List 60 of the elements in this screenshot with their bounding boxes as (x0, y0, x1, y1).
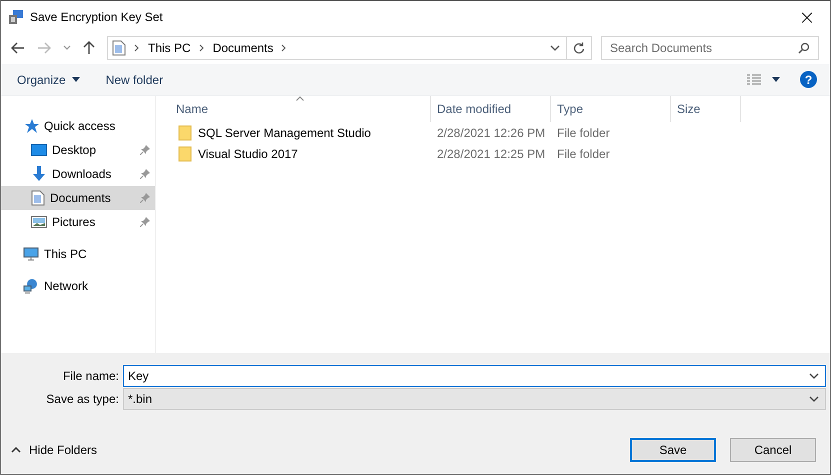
dropdown-icon (809, 396, 819, 402)
sidebar-item[interactable]: Network (1, 274, 155, 298)
close-button[interactable]: × (784, 1, 830, 32)
sidebar-item[interactable]: Pictures (1, 210, 155, 234)
column-header[interactable]: Date modified (431, 96, 551, 122)
file-type-dropdown[interactable]: *.bin (123, 388, 826, 410)
new-folder-button[interactable]: New folder (98, 70, 172, 90)
sidebar-item[interactable]: Downloads (1, 162, 155, 186)
chevron-icon (134, 44, 140, 52)
dialog-button[interactable]: Save (630, 438, 716, 462)
date-cell-text: 2/28/2021 12:26 PM (436, 126, 546, 140)
type-cell-text: File folder (556, 126, 611, 140)
caret-icon[interactable] (772, 77, 780, 82)
window-title: Save Encryption Key Set (30, 10, 163, 24)
download-icon (31, 166, 47, 182)
caret-icon (72, 77, 80, 82)
organize-button[interactable]: Organize (9, 70, 88, 90)
file-name[interactable]: SQL Server Management Studio (198, 126, 371, 140)
dialog-button[interactable]: Cancel (730, 438, 816, 462)
file-name[interactable]: Visual Studio 2017 (198, 146, 298, 160)
breadcrumb[interactable]: Documents (212, 41, 274, 55)
caret-icon (11, 447, 21, 453)
dropdown-icon[interactable] (550, 45, 560, 51)
folder-icon (178, 124, 192, 140)
file-name-field[interactable]: Key (123, 365, 826, 387)
sidebar-item[interactable]: Documents (1, 186, 155, 210)
network-icon (23, 278, 39, 294)
column-header[interactable]: Size (671, 96, 741, 122)
chevron-icon (281, 44, 288, 52)
field-label: File name: (62, 369, 120, 383)
refresh-icon[interactable] (573, 42, 585, 54)
document-icon (31, 190, 45, 206)
folder-icon (178, 146, 192, 162)
search-field[interactable]: Search Documents (601, 36, 819, 60)
desktop-icon (31, 143, 47, 157)
back-icon[interactable] (11, 42, 25, 54)
breadcrumb[interactable]: This PC (148, 41, 191, 55)
star-icon (23, 118, 39, 134)
sidebar-item[interactable]: Desktop (1, 138, 155, 162)
column-header[interactable]: Type (551, 96, 671, 122)
search-icon (798, 42, 810, 54)
sidebar-item[interactable]: This PC (1, 242, 155, 266)
date-cell-text: 2/28/2021 12:25 PM (436, 146, 546, 160)
hide-folders-button[interactable]: Hide Folders (11, 443, 98, 457)
field-label: Save as type: (45, 392, 120, 406)
up-icon[interactable] (83, 41, 95, 55)
address-bar[interactable]: This PC Documents (107, 36, 592, 60)
column-header[interactable]: Name (156, 96, 431, 122)
view-options-icon[interactable] (746, 72, 762, 86)
sort-icon (296, 96, 304, 101)
sidebar-item[interactable]: Quick access (1, 114, 155, 138)
chevron-icon (198, 44, 205, 52)
app-icon (8, 8, 24, 24)
dropdown-icon[interactable] (809, 373, 819, 379)
type-cell-text: File folder (556, 146, 611, 160)
recent-dropdown-icon[interactable] (63, 45, 71, 51)
help-button[interactable]: ? (800, 71, 817, 88)
document-icon (112, 40, 126, 56)
monitor-icon (23, 246, 39, 262)
picture-icon (31, 215, 47, 229)
